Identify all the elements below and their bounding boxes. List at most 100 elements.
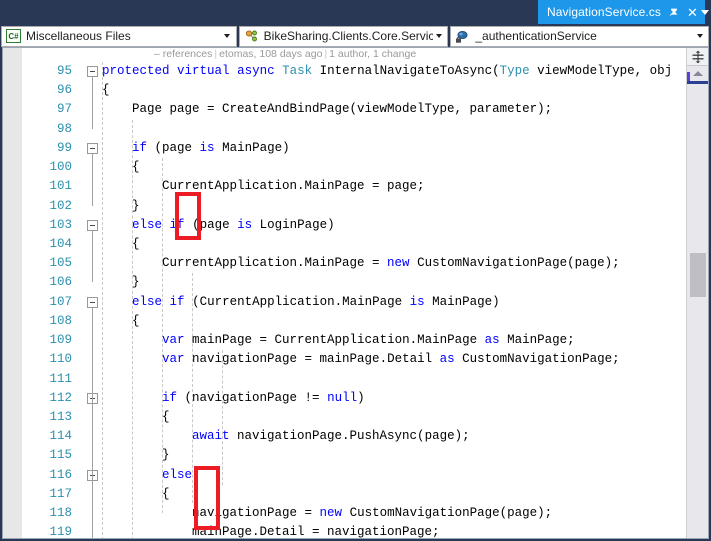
code-editor[interactable]: – references | etomas, 108 days ago | 1 auth… bbox=[2, 47, 709, 539]
fold-region-line bbox=[92, 77, 93, 129]
code-line-text[interactable]: } bbox=[102, 446, 170, 465]
code-line-text[interactable]: navigationPage = new CustomNavigationPag… bbox=[102, 504, 552, 523]
codelens-indicator[interactable]: – references | etomas, 108 days ago | 1 auth… bbox=[154, 48, 416, 60]
code-line[interactable]: 119 mainPage.Detail = navigationPage; bbox=[3, 523, 686, 538]
arrow-up-icon[interactable] bbox=[687, 66, 708, 81]
code-text-area[interactable]: – references | etomas, 108 days ago | 1 auth… bbox=[3, 48, 686, 538]
document-tab-title: NavigationService.cs bbox=[546, 5, 661, 19]
code-line-text[interactable]: CurrentApplication.MainPage = new Custom… bbox=[102, 254, 620, 273]
fold-region-line bbox=[92, 153, 93, 206]
code-line[interactable]: 117 { bbox=[3, 485, 686, 504]
document-tab-navigationservice[interactable]: NavigationService.cs ✕ bbox=[537, 0, 705, 24]
code-line-text[interactable]: else bbox=[102, 466, 192, 485]
code-line-text[interactable]: protected virtual async Task InternalNav… bbox=[102, 62, 672, 81]
code-line[interactable]: 106 } bbox=[3, 273, 686, 292]
code-line[interactable]: 107 else if (CurrentApplication.MainPage… bbox=[3, 293, 686, 312]
code-line[interactable]: 108 { bbox=[3, 312, 686, 331]
code-line-text[interactable]: var navigationPage = mainPage.Detail as … bbox=[102, 350, 620, 369]
fold-collapse-icon[interactable] bbox=[87, 142, 98, 154]
code-line[interactable]: 105 CurrentApplication.MainPage = new Cu… bbox=[3, 254, 686, 273]
fold-region-line bbox=[92, 480, 93, 538]
fold-region-line bbox=[92, 403, 93, 456]
code-line[interactable]: 112 if (navigationPage != null) bbox=[3, 389, 686, 408]
code-line[interactable]: 103 else if (page is LoginPage) bbox=[3, 216, 686, 235]
line-number: 104 bbox=[49, 236, 72, 251]
code-line-text[interactable]: else if (page is LoginPage) bbox=[102, 216, 335, 235]
chevron-down-icon[interactable] bbox=[222, 34, 236, 38]
code-line[interactable]: 111 bbox=[3, 370, 686, 389]
fold-collapse-icon[interactable] bbox=[87, 66, 98, 77]
code-line[interactable]: 109 var mainPage = CurrentApplication.Ma… bbox=[3, 331, 686, 350]
code-line[interactable]: 99 if (page is MainPage) bbox=[3, 139, 686, 158]
line-number: 113 bbox=[49, 409, 72, 424]
code-line[interactable]: 97 Page page = CreateAndBindPage(viewMod… bbox=[3, 100, 686, 119]
code-line-text[interactable]: var mainPage = CurrentApplication.MainPa… bbox=[102, 331, 575, 350]
code-line[interactable]: 102 } bbox=[3, 197, 686, 216]
csharp-file-icon: C# bbox=[4, 27, 23, 46]
fold-region-line bbox=[92, 230, 93, 283]
line-number: 105 bbox=[49, 256, 72, 271]
line-number: 117 bbox=[49, 486, 72, 501]
member-dropdown[interactable]: _authenticationService bbox=[450, 25, 709, 47]
line-number: 95 bbox=[56, 64, 72, 78]
split-view-icon[interactable] bbox=[687, 48, 708, 66]
code-line-text[interactable]: mainPage.Detail = navigationPage; bbox=[102, 523, 440, 538]
code-line-text[interactable]: { bbox=[102, 408, 170, 427]
code-line-text[interactable]: await navigationPage.PushAsync(page); bbox=[102, 427, 470, 446]
visual-studio-editor-window: NavigationService.cs ✕ C# Miscellaneous … bbox=[0, 0, 711, 541]
line-number: 115 bbox=[49, 448, 72, 463]
code-line-text[interactable]: { bbox=[102, 235, 140, 254]
code-line[interactable]: 104 { bbox=[3, 235, 686, 254]
line-number: 111 bbox=[49, 371, 72, 386]
codelens-references[interactable]: – references bbox=[154, 48, 212, 60]
code-line-text[interactable]: else if (CurrentApplication.MainPage is … bbox=[102, 293, 500, 312]
code-line-text[interactable]: } bbox=[102, 197, 140, 216]
chevron-down-icon[interactable] bbox=[433, 34, 447, 38]
private-field-icon bbox=[453, 27, 472, 46]
pin-icon[interactable] bbox=[667, 5, 680, 20]
navigation-bar: C# Miscellaneous Files BikeSharing.Clien… bbox=[0, 24, 711, 47]
code-line-text[interactable]: } bbox=[102, 273, 140, 292]
chevron-down-icon[interactable] bbox=[698, 0, 711, 24]
line-number: 114 bbox=[49, 429, 72, 444]
code-line[interactable]: 98 bbox=[3, 120, 686, 139]
line-number: 107 bbox=[49, 294, 72, 309]
fold-collapse-icon[interactable] bbox=[87, 219, 98, 231]
type-dropdown[interactable]: BikeSharing.Clients.Core.Services.Nav bbox=[238, 25, 449, 47]
line-number: 106 bbox=[49, 275, 72, 290]
code-line[interactable]: 116 else bbox=[3, 466, 686, 485]
line-number: 98 bbox=[56, 121, 72, 136]
line-number: 116 bbox=[49, 467, 72, 482]
line-number: 102 bbox=[49, 198, 72, 213]
project-dropdown[interactable]: C# Miscellaneous Files bbox=[1, 25, 237, 47]
code-line-text[interactable]: { bbox=[102, 81, 110, 100]
code-line-text[interactable]: if (navigationPage != null) bbox=[102, 389, 365, 408]
vertical-scrollbar[interactable] bbox=[686, 48, 708, 538]
code-line[interactable]: 100 { bbox=[3, 158, 686, 177]
code-line-text[interactable]: if (page is MainPage) bbox=[102, 139, 290, 158]
code-line[interactable]: 101 CurrentApplication.MainPage = page; bbox=[3, 177, 686, 196]
member-dropdown-value: _authenticationService bbox=[475, 29, 597, 43]
codelens-author-change[interactable]: etomas, 108 days ago bbox=[219, 48, 322, 60]
line-number: 109 bbox=[49, 333, 72, 348]
code-line-text[interactable]: Page page = CreateAndBindPage(viewModelT… bbox=[102, 100, 552, 119]
type-dropdown-value: BikeSharing.Clients.Core.Services.Nav bbox=[263, 29, 434, 43]
line-number: 100 bbox=[49, 160, 72, 175]
vertical-scroll-thumb[interactable] bbox=[690, 253, 706, 297]
code-line[interactable]: 118 navigationPage = new CustomNavigatio… bbox=[3, 504, 686, 523]
fold-collapse-icon[interactable] bbox=[87, 296, 98, 308]
chevron-down-icon[interactable] bbox=[694, 34, 708, 38]
code-line[interactable]: 114 await navigationPage.PushAsync(page)… bbox=[3, 427, 686, 446]
code-line[interactable]: 110 var navigationPage = mainPage.Detail… bbox=[3, 350, 686, 369]
code-line[interactable]: 96 { bbox=[3, 81, 686, 100]
code-line[interactable]: 113 { bbox=[3, 408, 686, 427]
document-tab-strip: NavigationService.cs ✕ bbox=[0, 0, 711, 24]
code-line-text[interactable]: { bbox=[102, 312, 140, 331]
code-line[interactable]: 95 protected virtual async Task InternalN… bbox=[3, 62, 686, 81]
code-line-text[interactable]: { bbox=[102, 158, 140, 177]
codelens-summary[interactable]: 1 author, 1 change bbox=[329, 48, 416, 60]
code-line-text[interactable]: CurrentApplication.MainPage = page; bbox=[102, 177, 425, 196]
code-line-text[interactable]: { bbox=[102, 485, 170, 504]
code-line[interactable]: 115 } bbox=[3, 446, 686, 465]
project-dropdown-value: Miscellaneous Files bbox=[26, 29, 131, 43]
